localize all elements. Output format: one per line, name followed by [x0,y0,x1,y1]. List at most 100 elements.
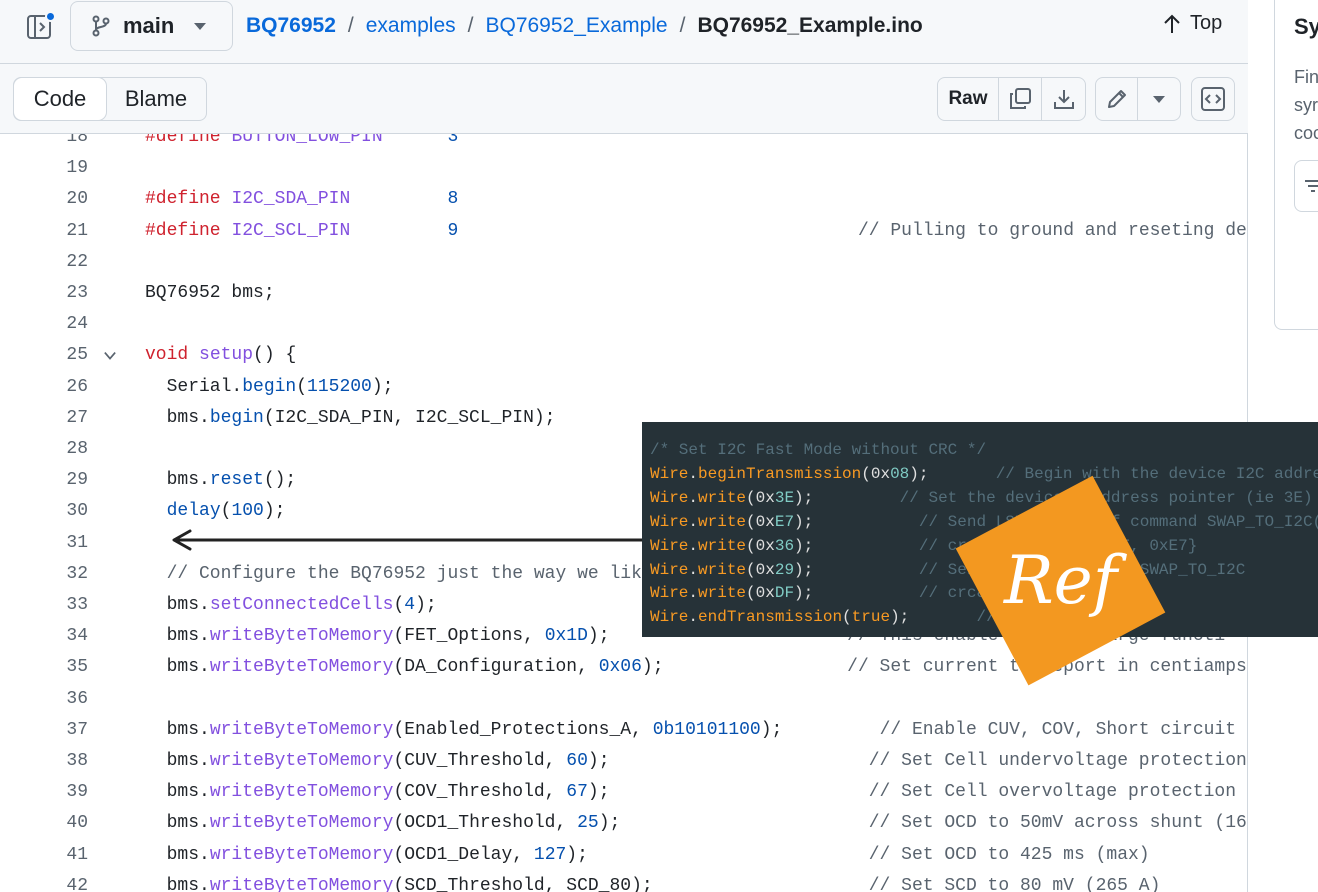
code-line: 23 BQ76952 bms; [0,278,1247,309]
line-number[interactable]: 38 [0,746,88,777]
code-line: 40 bms.writeByteToMemory(OCD1_Threshold,… [0,808,1247,839]
line-number[interactable]: 29 [0,465,88,496]
line-number[interactable]: 36 [0,684,88,715]
code-token: () { [253,345,297,366]
code-token: bms. [145,407,210,428]
line-number[interactable]: 27 [0,403,88,434]
code-token: bms. [145,782,210,803]
watermark-logo-text: Ref [1003,542,1118,619]
snippet-token: // Begin with the device I2C addre [995,464,1318,483]
pencil-icon [1107,90,1126,108]
line-number[interactable]: 23 [0,278,88,309]
snippet-line: Wire.write(0x29); // Send MSB of command… [650,558,1245,582]
line-number[interactable]: 40 [0,808,88,839]
line-number[interactable]: 35 [0,652,88,683]
code-line: 24 [0,309,1247,340]
code-token: ); [587,751,869,771]
download-raw-button[interactable] [1042,78,1085,120]
line-number[interactable]: 25 [0,340,88,371]
breadcrumb-examples-link[interactable]: examples [366,12,456,40]
code-token: 100 [231,501,264,522]
line-number[interactable]: 41 [0,840,88,871]
code-token: ); [415,595,437,615]
code-token: // Pulling to ground and reseting devic [857,220,1248,241]
code-line: 41 bms.writeByteToMemory(OCD1_Delay, 127… [0,840,1247,871]
breadcrumb-repo-link[interactable]: BQ76952 [246,12,336,40]
copy-raw-button[interactable] [999,78,1042,120]
snippet-token: write [698,488,747,507]
code-token: delay [166,501,221,522]
raw-button[interactable]: Raw [938,78,999,120]
symbols-panel-button[interactable] [1191,77,1235,121]
fold-chevron-icon[interactable] [104,350,116,362]
git-branch-icon [92,15,110,37]
breadcrumb-example-folder-link[interactable]: BQ76952_Example [485,12,667,40]
line-number[interactable]: 21 [0,216,88,247]
chevron-down-icon [194,23,206,30]
line-number[interactable]: 28 [0,434,88,465]
edit-file-button[interactable] [1096,78,1138,120]
symbols-panel: Sy Fin syr coc [1248,0,1318,330]
snippet-token: (0x [861,464,891,483]
code-token: (OCD1_Threshold, [393,813,578,834]
snippet-token: Wire [650,512,689,531]
code-line: 36 [0,684,1247,715]
filter-icon [1305,180,1318,192]
code-token: setup [199,345,254,366]
top-link-label: Top [1190,12,1223,34]
code-token: // Set Cell undervoltage protection to [868,751,1248,771]
snippet-token: /* Set I2C Fast Mode without CRC */ [650,441,987,459]
snippet-token: . [688,608,699,627]
line-number[interactable]: 37 [0,715,88,746]
snippet-line: Wire.write(0xE7); // Send LSB (0x27) of … [650,510,1318,534]
line-number[interactable]: 42 [0,871,88,892]
more-edit-options-button[interactable] [1138,78,1180,120]
line-number[interactable]: 18 [0,134,88,153]
code-token: I2C_SDA_PIN [231,189,351,210]
code-snippet-overlay: /* Set I2C Fast Mode without CRC */ Wire.… [642,422,1318,637]
code-token: ); [598,813,869,834]
code-token: bms. [145,595,210,615]
code-token: 8 [447,189,459,210]
line-number[interactable]: 24 [0,309,88,340]
code-token: 127 [533,844,567,865]
snippet-token: Wire [650,488,689,507]
code-token: bms. [145,470,210,491]
line-number[interactable]: 39 [0,777,88,808]
snippet-token: . [688,488,699,507]
line-number[interactable]: 32 [0,559,88,590]
code-token: void [145,345,189,366]
tab-blame[interactable]: Blame [106,78,206,120]
tab-code[interactable]: Code [14,78,106,120]
expand-file-tree-button[interactable] [22,11,56,43]
code-token: bms. [145,813,210,834]
line-number[interactable]: 34 [0,621,88,652]
snippet-token: Wire [650,584,689,603]
view-mode-segmented-control: Code Blame [13,77,207,121]
branch-selector-button[interactable]: main [70,1,233,51]
code-token: bms. [145,657,210,678]
code-text: bms.writeByteToMemory(SCD_Threshold, SCD… [145,871,1161,892]
line-number[interactable]: 22 [0,247,88,278]
snippet-token: ); [794,488,900,507]
code-token: writeByteToMemory [209,875,394,892]
snippet-token: (0x [746,488,775,507]
snippet-token: write [698,584,747,603]
code-token: ( [393,595,405,615]
scroll-to-top-link[interactable]: Top [1162,12,1222,35]
symbols-filter-button[interactable] [1294,160,1318,212]
code-token: (CUV_Threshold, [393,751,567,771]
line-number[interactable]: 20 [0,184,88,215]
snippet-token: 36 [774,536,795,555]
code-token: bms. [145,844,210,865]
code-token: begin [242,376,297,397]
line-number[interactable]: 33 [0,590,88,621]
line-number[interactable]: 19 [0,153,88,184]
snippet-token: . [688,464,699,483]
snippet-token: ); [794,536,919,555]
line-number[interactable]: 30 [0,496,88,527]
snippet-token: ); [794,584,919,603]
symbols-panel-text: coc [1294,123,1318,143]
line-number[interactable]: 26 [0,372,88,403]
line-number[interactable]: 31 [0,528,88,559]
